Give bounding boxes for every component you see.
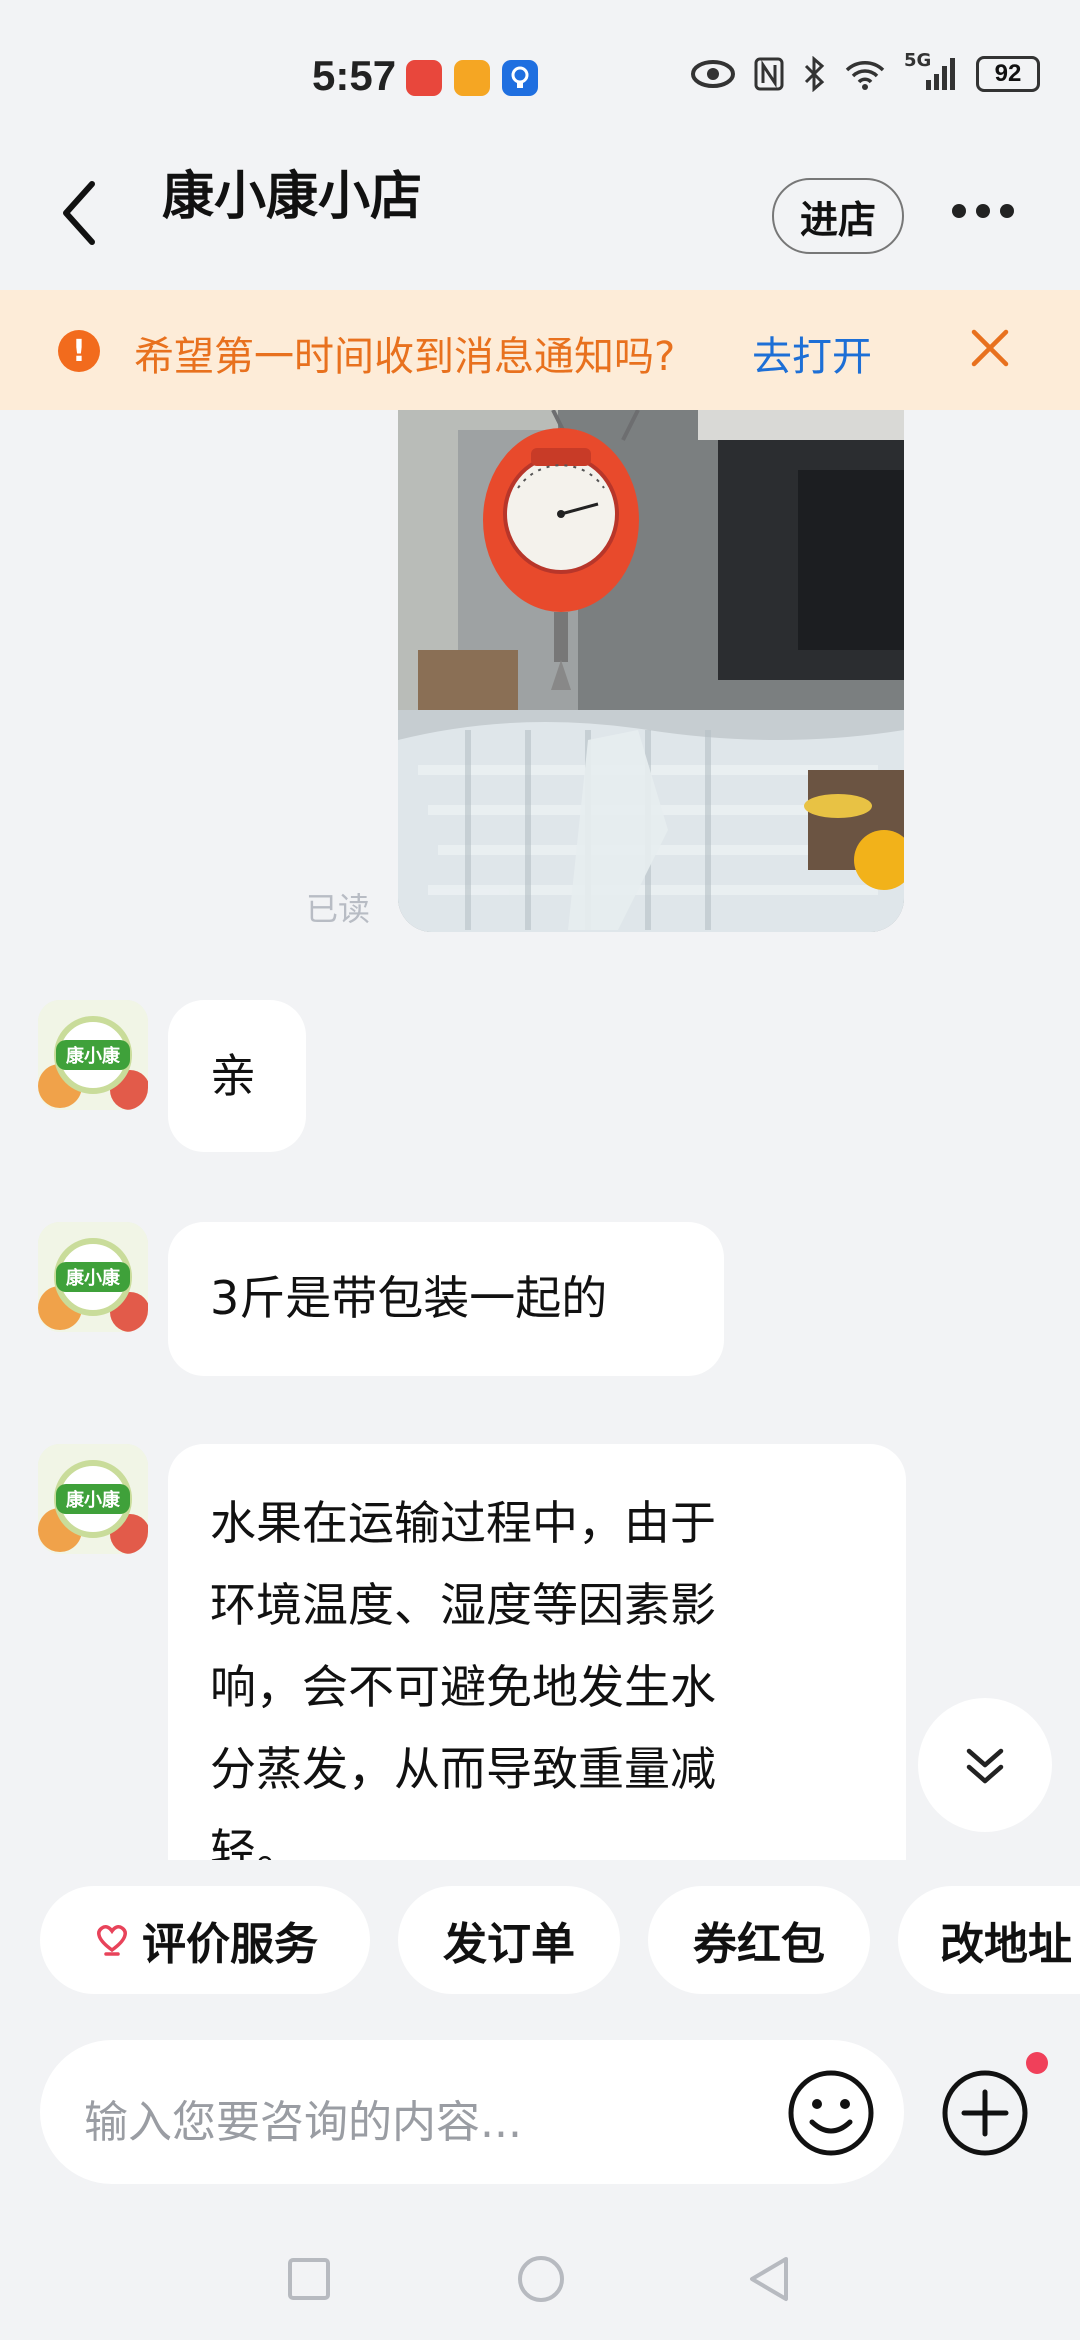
shop-avatar[interactable]: 康小康: [38, 1222, 148, 1332]
scroll-to-bottom-button[interactable]: [918, 1698, 1052, 1832]
enter-shop-button[interactable]: 进店: [772, 178, 904, 254]
sent-photo[interactable]: [398, 410, 904, 932]
message-line: 分蒸发，从而导致重量减: [210, 1742, 716, 1796]
shop-avatar[interactable]: 康小康: [38, 1444, 148, 1554]
quick-action-label: 改地址: [940, 1919, 1072, 1970]
quick-action-label: 券红包: [693, 1919, 825, 1970]
send-order-button[interactable]: 发订单: [398, 1886, 620, 1994]
message-line: 轻。: [210, 1824, 302, 1860]
more-icon[interactable]: [952, 204, 1014, 218]
read-status: 已读: [306, 890, 371, 928]
notice-text: 希望第一时间收到消息通知吗?: [134, 334, 676, 380]
message-line: 响，会不可避免地发生水: [210, 1660, 716, 1714]
input-placeholder: 输入您要咨询的内容...: [84, 2097, 522, 2148]
plus-icon[interactable]: [940, 2068, 1030, 2158]
message-bubble: 亲: [168, 1000, 306, 1152]
close-icon[interactable]: [968, 326, 1012, 370]
system-nav-bar: [0, 2210, 1080, 2340]
message-line: 环境温度、湿度等因素影: [210, 1578, 716, 1632]
coupon-button[interactable]: 券红包: [648, 1886, 870, 1994]
quick-action-label: 评价服务: [142, 1919, 318, 1970]
double-chevron-down-icon: [966, 1748, 1004, 1784]
huawei-app-icon: [406, 60, 442, 96]
status-bar: 5:57 5G 92: [0, 0, 1080, 160]
message-line: 水果在运输过程中，由于: [210, 1496, 716, 1550]
back-icon[interactable]: [746, 2254, 792, 2304]
eye-icon: [691, 60, 735, 88]
shop-title[interactable]: 康小康小店: [162, 154, 422, 229]
recents-icon[interactable]: [286, 2256, 332, 2302]
warning-icon: !: [58, 330, 100, 372]
network-label: 5G: [904, 50, 932, 71]
bluetooth-icon: [804, 56, 825, 92]
signal-icon: 5G: [904, 50, 958, 92]
message-bubble: 水果在运输过程中，由于 环境温度、湿度等因素影 响，会不可避免地发生水 分蒸发，…: [168, 1444, 906, 1860]
nfc-icon: [754, 57, 784, 91]
avatar-label: 康小康: [66, 1045, 121, 1067]
bulb-app-icon: [502, 60, 538, 96]
enable-notification-link[interactable]: 去打开: [752, 324, 872, 382]
avatar-label: 康小康: [66, 1267, 121, 1289]
battery-indicator: 92: [976, 56, 1040, 92]
wifi-icon: [845, 61, 885, 90]
avatar-label: 康小康: [66, 1489, 121, 1511]
home-icon[interactable]: [516, 2254, 566, 2304]
status-time: 5:57: [312, 52, 397, 99]
rate-service-button[interactable]: 评价服务: [40, 1886, 370, 1994]
message-bubble: 3斤是带包装一起的: [168, 1222, 724, 1376]
message-text: 亲: [210, 1049, 256, 1103]
emoji-icon[interactable]: [786, 2068, 876, 2158]
back-arrow-icon[interactable]: [60, 180, 96, 246]
notification-dot: [1026, 2052, 1048, 2074]
message-text: 3斤是带包装一起的: [210, 1271, 608, 1325]
notes-app-icon: [454, 60, 490, 96]
quick-action-label: 发订单: [443, 1919, 575, 1970]
change-address-button[interactable]: 改地址: [898, 1886, 1080, 1994]
shop-avatar[interactable]: 康小康: [38, 1000, 148, 1110]
heart-hand-icon: [97, 1925, 127, 1956]
